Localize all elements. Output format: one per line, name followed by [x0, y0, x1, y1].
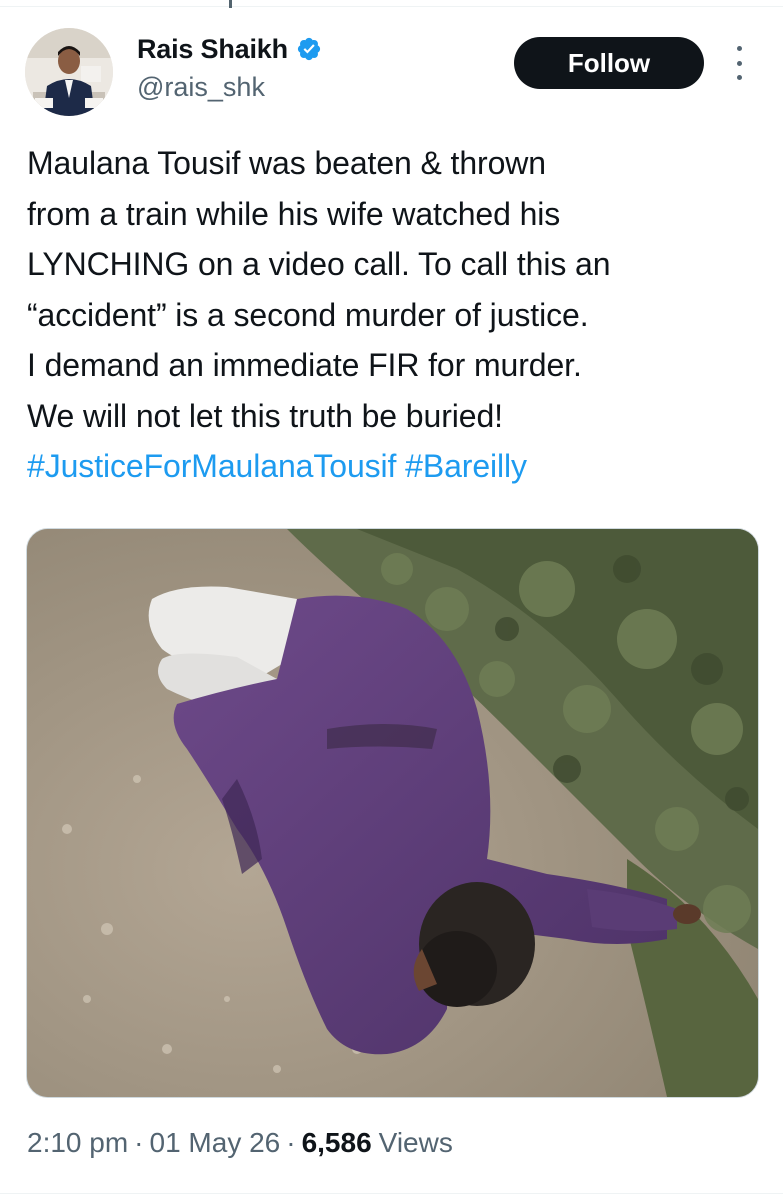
author-handle[interactable]: @rais_shk: [137, 72, 265, 103]
tweet-text: Maulana Tousif was beaten & thrown from …: [27, 138, 767, 492]
avatar-image: [25, 28, 113, 116]
thread-connector: [229, 0, 232, 8]
bottom-divider: [0, 1193, 783, 1194]
meta-separator: ·: [134, 1127, 144, 1158]
author-display-name[interactable]: Rais Shaikh: [137, 34, 288, 65]
views-count[interactable]: 6,586: [302, 1127, 372, 1159]
views-label[interactable]: Views: [379, 1127, 453, 1159]
verified-badge-icon: [297, 37, 320, 61]
hashtag-link[interactable]: #Bareilly: [405, 448, 527, 484]
more-options-icon[interactable]: [733, 46, 745, 80]
avatar[interactable]: [25, 28, 113, 116]
author-name-row: Rais Shaikh: [137, 32, 322, 66]
tweet-text-line: LYNCHING on a video call. To call this a…: [27, 246, 611, 282]
top-divider: [0, 6, 783, 7]
photo-image: [27, 529, 758, 1097]
tweet-text-line: from a train while his wife watched his: [27, 195, 561, 232]
tweet-text-line: We will not let this truth be buried!: [27, 397, 503, 434]
tweet-meta: 2:10 pm · 01 May 26 · 6,586 Views: [27, 1127, 453, 1159]
more-dot: [736, 75, 742, 80]
meta-separator: ·: [286, 1127, 296, 1158]
tweet-text-line: I demand an immediate FIR for murder.: [27, 347, 582, 383]
hashtag-link[interactable]: #JusticeForMaulanaTousif: [27, 448, 396, 484]
tweet-date[interactable]: 01 May 26: [150, 1127, 281, 1159]
tweet-time[interactable]: 2:10 pm: [27, 1127, 128, 1159]
more-dot: [736, 46, 742, 51]
follow-button[interactable]: Follow: [514, 37, 704, 89]
tweet-text-line: Maulana Tousif was beaten & thrown: [27, 145, 546, 181]
tweet-text-line: “accident” is a second murder of justice…: [27, 296, 589, 333]
hashtags-line: #JusticeForMaulanaTousif #Bareilly: [27, 441, 767, 492]
tweet-media-photo[interactable]: [26, 528, 759, 1098]
more-dot: [736, 60, 742, 66]
